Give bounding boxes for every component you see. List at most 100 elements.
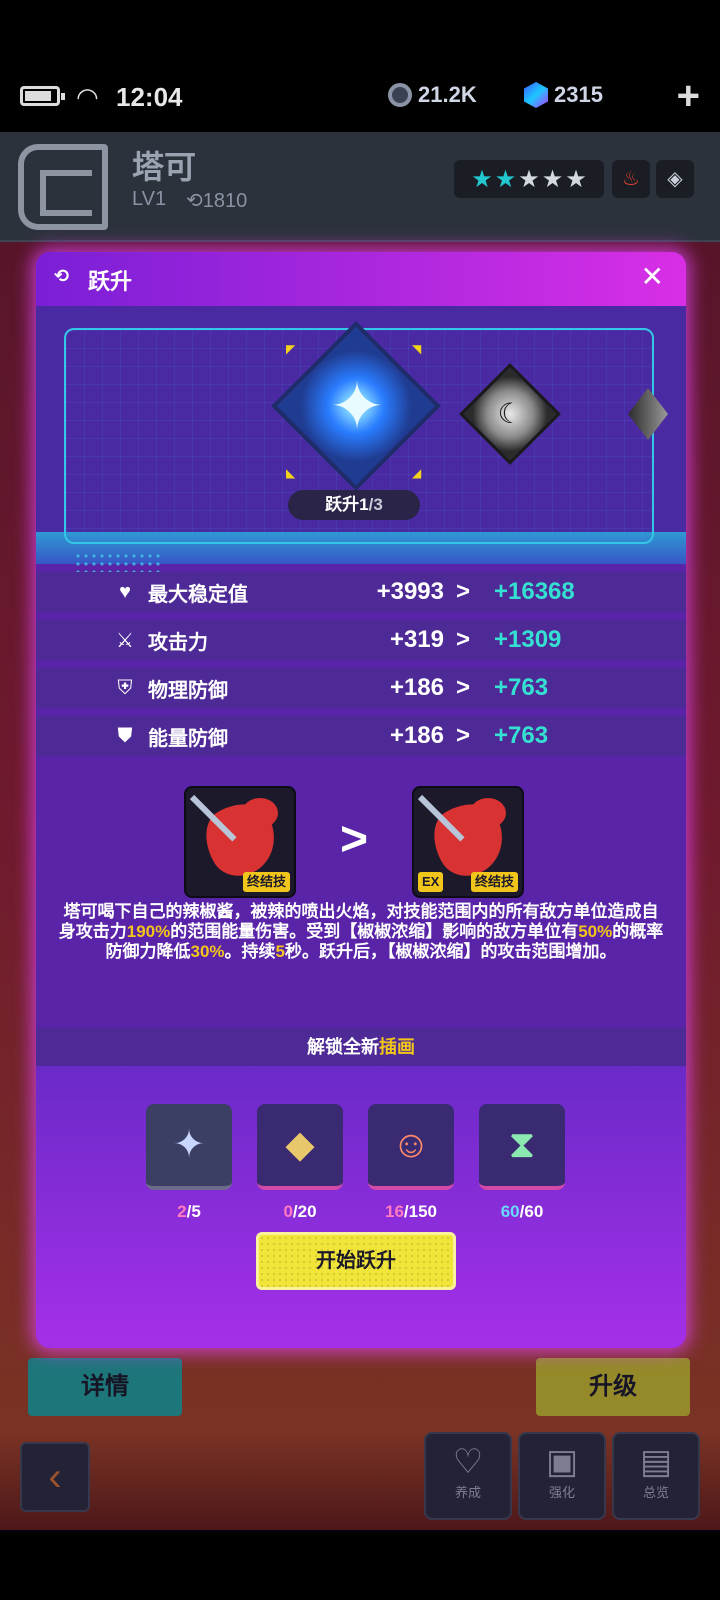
close-button[interactable]: ✕ [641, 260, 664, 293]
ultimate-tag: 终结技 [470, 872, 518, 892]
dot-decoration [74, 552, 164, 574]
star-empty-icon: ★ [518, 165, 540, 193]
rank-label: 跃升1/3 [288, 490, 420, 520]
skill-arrow-icon: > [340, 813, 369, 866]
corner-marker-icon: ◣ [286, 466, 296, 480]
stat-row-physical-defense: ⛨ 物理防御 +186 > +763 [36, 668, 686, 708]
desc-value: 30% [190, 942, 225, 961]
fire-element-icon: ♨ [612, 160, 650, 198]
hourglass-icon[interactable]: ⧗ [479, 1104, 565, 1190]
hero-level: LV1 [132, 188, 167, 210]
rank-current: 跃升1 [325, 495, 369, 514]
moon-emblem-icon: ☾ [497, 398, 523, 429]
unlock-highlight: 插画 [379, 1037, 415, 1057]
star-emblem-icon: ✦ [329, 369, 385, 443]
stat-label: 最大稳定值 [148, 583, 248, 606]
add-currency-button[interactable]: + [677, 74, 700, 119]
shield-bolt-icon: ⛊ [117, 724, 133, 747]
stat-arrow-icon: > [456, 674, 471, 701]
class-icon: ◈ [656, 160, 694, 198]
clock: 12:04 [116, 82, 183, 112]
hero-name: 塔可 [132, 149, 197, 185]
skill-description: 塔可喝下自己的辣椒酱，被辣的喷出火焰，对技能范围内的所有敌方单位造成自身攻击力1… [56, 902, 666, 962]
gem-amount: 2315 [554, 82, 603, 107]
material-current: 2 [177, 1202, 187, 1221]
unlock-text: 解锁全新 [307, 1037, 379, 1057]
material-count: 16/150 [368, 1202, 454, 1222]
sparkle-stars-icon[interactable]: ✦ [146, 1104, 232, 1190]
desc-value: 190% [126, 922, 171, 941]
stat-new-value: +16368 [494, 578, 575, 605]
star-filled-icon: ★ [471, 165, 493, 193]
chili-splash-drop [242, 798, 278, 828]
material-required: /60 [519, 1202, 544, 1221]
rank-stage: ✦ ◤ ◥ ◣ ◢ ☾ [36, 306, 686, 574]
dialog-title: 跃升 [88, 269, 133, 294]
unlock-banner: 解锁全新插画 [36, 1028, 686, 1066]
shield-exclaim-icon: ⛨ [117, 676, 133, 699]
chili-splash-drop [470, 798, 506, 828]
material-required: /150 [403, 1202, 437, 1221]
stat-old-value: +186 [389, 722, 444, 749]
coin-icon [388, 83, 412, 107]
skill-icon-after[interactable]: EX 终结技 [412, 786, 524, 898]
stat-row-energy-defense: ⛊ 能量防御 +186 > +763 [36, 716, 686, 756]
rank-total: /3 [368, 495, 383, 514]
skill-icon-before[interactable]: 终结技 [184, 786, 296, 898]
desc-text: 的范围能量伤害。受到【椒椒浓缩】影响的敌方单位有 [170, 922, 579, 941]
desc-value: 5 [275, 942, 285, 961]
stat-old-value: +186 [389, 674, 444, 701]
gem-icon [524, 82, 548, 108]
material-current: 0 [283, 1202, 293, 1221]
corner-marker-icon: ◥ [412, 342, 422, 356]
desc-text: 。持续 [224, 942, 276, 961]
stat-new-value: +1309 [494, 626, 562, 653]
star-empty-icon: ★ [565, 165, 587, 193]
stat-label: 能量防御 [148, 727, 228, 750]
desc-text: 秒。跃升后，【椒椒浓缩】的攻击范围增加。 [285, 942, 617, 961]
dialog-header: ⟲ 跃升 ✕ [36, 252, 686, 306]
material-count: 60/60 [479, 1202, 565, 1222]
battery-icon [20, 86, 65, 106]
hero-portrait-icon[interactable]: ☺ [368, 1104, 454, 1190]
sword-icon: ⚔ [116, 629, 134, 652]
stat-arrow-icon: > [456, 578, 471, 605]
material-required: /5 [186, 1202, 201, 1221]
stat-old-value: +319 [389, 626, 444, 653]
material-count: 0/20 [257, 1202, 343, 1222]
stat-arrow-icon: > [456, 722, 471, 749]
start-ascension-button[interactable]: 开始跃升 [256, 1232, 456, 1290]
star-empty-icon: ★ [541, 165, 564, 193]
material-required: /20 [292, 1202, 317, 1221]
corner-marker-icon: ◢ [412, 466, 422, 480]
material-current: 60 [500, 1202, 520, 1221]
stat-new-value: +763 [494, 722, 549, 749]
star-filled-icon: ★ [494, 165, 517, 193]
material-count: 2/5 [146, 1202, 232, 1222]
faction-logo-icon [18, 144, 108, 230]
stat-row-attack: ⚔ 攻击力 +319 > +1309 [36, 620, 686, 660]
ascension-icon: ⟲ [54, 266, 70, 286]
materials-panel [36, 1066, 686, 1348]
hero-power: ⟲1810 [186, 190, 248, 212]
star-rating: ★ ★ ★ ★ ★ [454, 160, 604, 198]
hero-power-value: 1810 [202, 190, 248, 212]
ex-tag: EX [418, 872, 444, 892]
corner-marker-icon: ◤ [286, 342, 296, 356]
ultimate-tag: 终结技 [242, 872, 290, 892]
gem-counter: 2315 [524, 82, 603, 108]
prism-crystal-icon[interactable]: ◆ [257, 1104, 343, 1190]
ascension-dialog: ⟲ 跃升 ✕ ✦ ◤ ◥ ◣ ◢ ☾ 跃升1/3 ♥ 最大稳定值 +3993 >… [36, 252, 686, 1348]
material-current: 16 [384, 1202, 404, 1221]
stat-arrow-icon: > [456, 626, 471, 653]
heart-pulse-icon: ♥ [119, 580, 131, 603]
stat-row-max-stability: ♥ 最大稳定值 +3993 > +16368 [36, 572, 686, 612]
stat-new-value: +763 [494, 674, 549, 701]
coin-counter: 21.2K [388, 82, 477, 108]
status-bar: ◠ 12:04 21.2K 2315 + [0, 60, 720, 132]
wifi-icon: ◠ [76, 82, 99, 112]
coin-amount: 21.2K [418, 82, 477, 107]
stat-label: 物理防御 [148, 679, 228, 702]
stat-old-value: +3993 [376, 578, 444, 605]
stat-label: 攻击力 [148, 631, 208, 654]
